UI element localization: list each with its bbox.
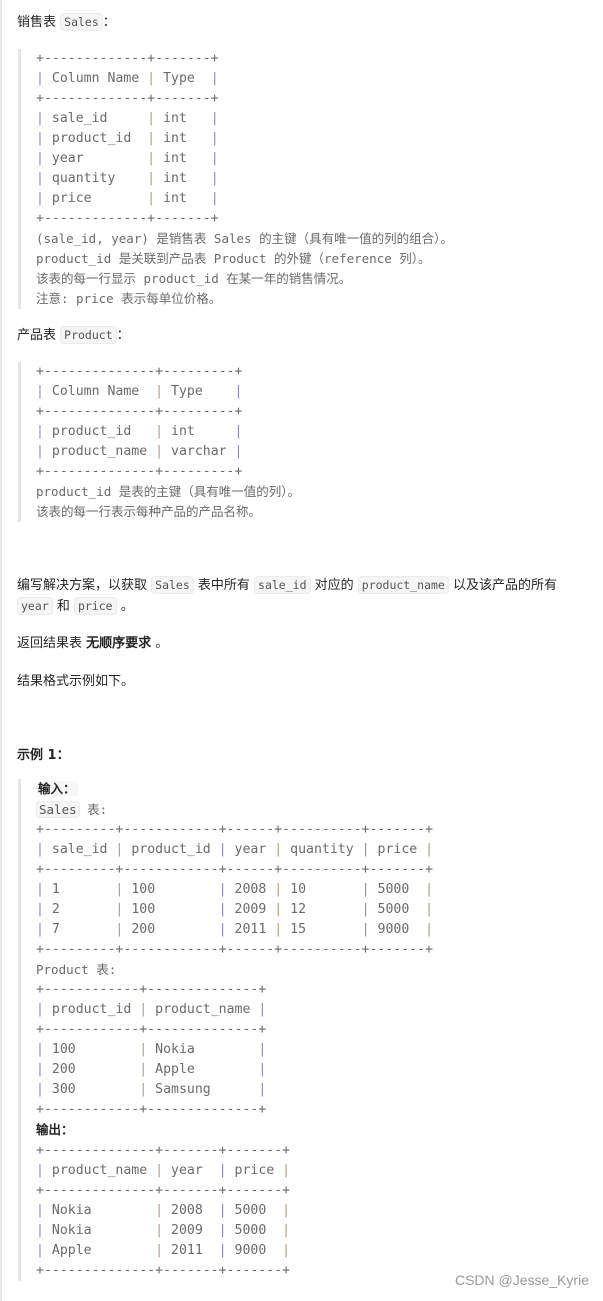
product-code: Product (60, 326, 117, 344)
example-product-table: +------------+--------------+ | product_… (36, 982, 267, 1117)
task-description: 编写解决方案，以获取 Sales 表中所有 sale_id 对应的 produc… (17, 576, 557, 615)
csdn-watermark: CSDN @Jesse_Kyrie (454, 1272, 589, 1288)
return-requirement: 返回结果表 无顺序要求 。 (17, 636, 169, 651)
note-line: product_id 是关联到产品表 Product 的外键（reference… (36, 251, 431, 266)
code-sales: Sales (151, 576, 194, 594)
code-product-name: product_name (357, 576, 449, 594)
code-year: year (17, 597, 53, 615)
problem-page: 销售表 Sales： +-------------+-------+ | Col… (0, 0, 603, 1301)
output-label: 输出： (36, 1122, 74, 1137)
example-title: 示例 1： (17, 748, 70, 763)
product-schema-table: +--------------+---------+ | Column Name… (36, 364, 243, 479)
product-heading: 产品表 Product： (17, 326, 130, 344)
product-schema-notes: product_id 是表的主键（具有唯一值的列）。 该表的每一行表示每种产品的… (36, 482, 300, 522)
note-line: 该表的每一行表示每种产品的产品名称。 (36, 504, 262, 519)
example-sales-table: +---------+------------+------+---------… (36, 822, 434, 957)
sales-schema-table: +-------------+-------+ | Column Name | … (36, 51, 219, 226)
product-table-label: Product 表: (36, 962, 117, 977)
example-block: 输入： Sales 表: +---------+------------+---… (18, 779, 433, 1281)
code-sale-id: sale_id (254, 576, 311, 594)
format-note: 结果格式示例如下。 (17, 674, 135, 689)
example-output-table: +--------------+-------+-------+ | produ… (36, 1143, 291, 1278)
code-price: price (73, 597, 117, 615)
note-line: 注意: price 表示每单位价格。 (36, 291, 222, 306)
sales-code: Sales (60, 13, 103, 31)
note-line: 该表的每一行显示 product_id 在某一年的销售情况。 (36, 271, 352, 286)
note-line: (sale_id, year) 是销售表 Sales 的主键（具有唯一值的列的组… (36, 231, 453, 246)
note-line: product_id 是表的主键（具有唯一值的列）。 (36, 484, 301, 499)
input-label: 输入： (36, 781, 78, 796)
product-schema-block: +--------------+---------+ | Column Name… (18, 362, 300, 522)
sales-heading: 销售表 Sales： (17, 13, 116, 31)
sales-schema-notes: (sale_id, year) 是销售表 Sales 的主键（具有唯一值的列的组… (36, 229, 453, 309)
sales-schema-block: +-------------+-------+ | Column Name | … (18, 49, 453, 309)
sales-table-label: Sales 表: (36, 800, 433, 820)
